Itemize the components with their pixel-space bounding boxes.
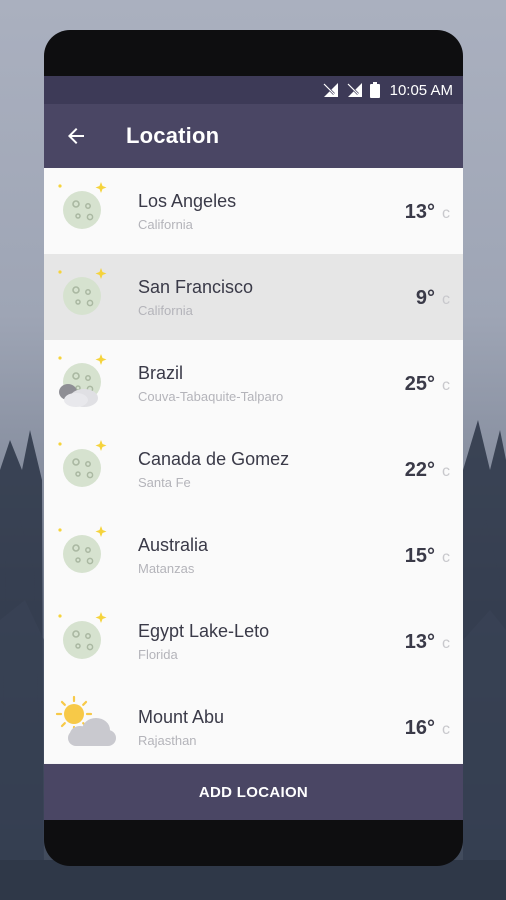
add-location-button[interactable]: ADD LOCAION: [44, 764, 463, 820]
location-temperature: 15°: [404, 545, 435, 567]
moon-stars-icon: [54, 176, 120, 242]
app-bar: Location: [44, 104, 463, 168]
arrow-left-icon[interactable]: [64, 124, 88, 148]
temperature-unit: c: [442, 463, 450, 480]
location-city: San Francisco: [138, 277, 254, 297]
app-screen: 10:05 AM Location Los Angeles California 1…: [44, 76, 463, 820]
location-row[interactable]: Canada de Gomez Santa Fe 22° c: [44, 426, 463, 512]
location-city: Canada de Gomez: [138, 449, 290, 469]
location-temperature: 13°: [404, 631, 435, 653]
location-region: California: [138, 217, 193, 232]
location-temperature: 13°: [404, 201, 435, 223]
status-bar: 10:05 AM: [44, 76, 463, 104]
location-temperature: 25°: [404, 373, 435, 395]
location-city: Australia: [138, 535, 209, 555]
temperature-unit: c: [442, 291, 450, 308]
signal-off-icon: [346, 83, 362, 97]
phone-frame: 10:05 AM Location Los Angeles California 1…: [44, 30, 463, 866]
moon-stars-icon: [54, 520, 120, 586]
moon-stars-icon: [54, 262, 120, 328]
status-time: 10:05 AM: [389, 81, 453, 99]
moon-cloud-icon: [54, 348, 120, 414]
location-row[interactable]: Los Angeles California 13° c: [44, 168, 463, 254]
sun-cloud-icon: [54, 692, 120, 758]
signal-off-icon: [322, 83, 338, 97]
location-region: Rajasthan: [138, 733, 197, 748]
moon-stars-icon: [54, 434, 120, 500]
location-list: Los Angeles California 13° c San Francisco Ca…: [44, 168, 463, 763]
moon-stars-icon: [54, 606, 120, 672]
location-region: Matanzas: [138, 561, 195, 576]
location-region: Santa Fe: [138, 475, 191, 490]
location-temperature: 22°: [404, 459, 435, 481]
temperature-unit: c: [442, 205, 450, 222]
temperature-unit: c: [442, 635, 450, 652]
location-row[interactable]: Brazil Couva-Tabaquite-Talparo 25° c: [44, 340, 463, 426]
location-city: Brazil: [138, 363, 184, 383]
location-row[interactable]: Mount Abu Rajasthan 16° c: [44, 684, 463, 763]
location-row[interactable]: Egypt Lake-Leto Florida 13° c: [44, 598, 463, 684]
temperature-unit: c: [442, 721, 450, 738]
location-region: Florida: [138, 647, 178, 662]
location-city: Egypt Lake-Leto: [138, 621, 270, 641]
location-city: Mount Abu: [138, 707, 225, 727]
temperature-unit: c: [442, 549, 450, 566]
page-title: Location: [126, 123, 220, 148]
location-city: Los Angeles: [138, 191, 237, 211]
location-temperature: 9°: [415, 287, 435, 309]
battery-icon: [369, 82, 380, 98]
location-region: Couva-Tabaquite-Talparo: [138, 389, 284, 404]
location-row[interactable]: Australia Matanzas 15° c: [44, 512, 463, 598]
location-region: California: [138, 303, 193, 318]
location-temperature: 16°: [404, 717, 435, 739]
temperature-unit: c: [442, 377, 450, 394]
location-row[interactable]: San Francisco California 9° c: [44, 254, 463, 340]
